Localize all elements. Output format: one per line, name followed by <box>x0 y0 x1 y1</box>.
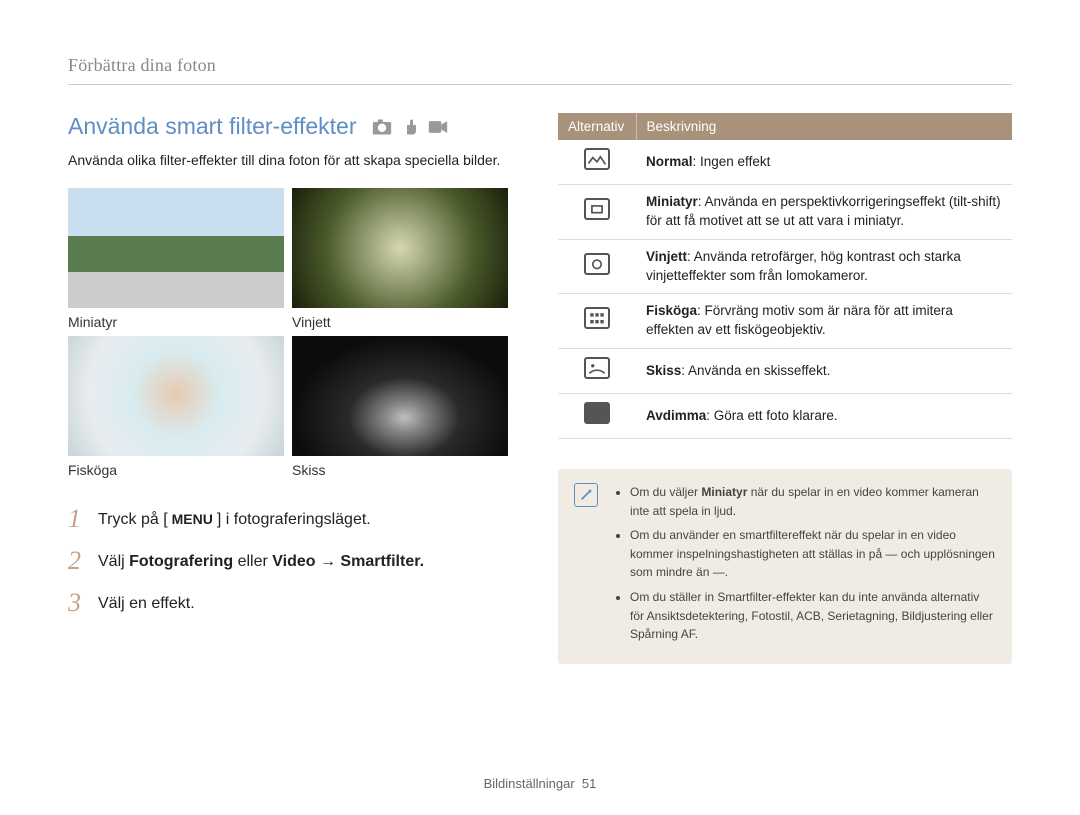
table-row: Fisköga: Förvräng motiv som är nära för … <box>558 294 1012 349</box>
option-icon-normal <box>584 148 610 170</box>
table-row: Miniatyr: Använda en perspektivkorrigeri… <box>558 184 1012 239</box>
sample-image-vinjett <box>292 188 508 308</box>
steps-list: 1 Tryck på [MENU] i fotograferingsläget.… <box>68 506 508 616</box>
step-number: 2 <box>68 548 86 574</box>
note-list: Om du väljer Miniatyr när du spelar in e… <box>614 483 996 650</box>
step-2: 2 Välj Fotografering eller Video → Smart… <box>68 548 508 574</box>
option-icon-fiskoga <box>584 307 610 329</box>
note-box: Om du väljer Miniatyr när du spelar in e… <box>558 469 1012 664</box>
list-item: Om du använder en smartfiltereffekt när … <box>630 526 996 582</box>
page-title: Använda smart filter-effekter <box>68 113 508 140</box>
options-table: Alternativ Beskrivning Normal: Ingen eff… <box>558 113 1012 439</box>
sample-caption: Fisköga <box>68 462 284 478</box>
table-row: Avdimma: Göra ett foto klarare. <box>558 394 1012 439</box>
step-1: 1 Tryck på [MENU] i fotograferingsläget. <box>68 506 508 532</box>
step-text: Välj Fotografering eller Video → Smartfi… <box>98 548 424 573</box>
note-icon <box>574 483 598 507</box>
footer-page-number: 51 <box>582 776 596 791</box>
table-row: Normal: Ingen effekt <box>558 140 1012 184</box>
step-number: 3 <box>68 590 86 616</box>
sample-grid: Miniatyr Vinjett Fisköga Skiss <box>68 188 508 478</box>
col-header-beskrivning: Beskrivning <box>636 113 1012 140</box>
footer-section: Bildinställningar <box>484 776 575 791</box>
option-icon-vinjett <box>584 253 610 275</box>
step-text: Välj en effekt. <box>98 590 195 615</box>
sample-caption: Skiss <box>292 462 508 478</box>
mode-icons <box>372 118 448 136</box>
hand-mode-icon <box>400 118 420 136</box>
sample-caption: Vinjett <box>292 314 508 330</box>
menu-button-label: MENU <box>168 510 217 530</box>
intro-paragraph: Använda olika filter-effekter till dina … <box>68 150 508 170</box>
list-item: Om du väljer Miniatyr när du spelar in e… <box>630 483 996 520</box>
page-title-text: Använda smart filter-effekter <box>68 113 356 140</box>
breadcrumb: Förbättra dina foton <box>68 55 1012 85</box>
step-number: 1 <box>68 506 86 532</box>
sample-miniatyr: Miniatyr <box>68 188 284 330</box>
sample-image-skiss <box>292 336 508 456</box>
sample-fiskoga: Fisköga <box>68 336 284 478</box>
sample-skiss: Skiss <box>292 336 508 478</box>
option-icon-skiss <box>584 357 610 379</box>
page-footer: Bildinställningar 51 <box>0 776 1080 791</box>
movie-mode-icon <box>428 118 448 136</box>
step-3: 3 Välj en effekt. <box>68 590 508 616</box>
col-header-alternativ: Alternativ <box>558 113 636 140</box>
table-row: Vinjett: Använda retrofärger, hög kontra… <box>558 239 1012 294</box>
option-icon-miniatyr <box>584 198 610 220</box>
sample-image-fiskoga <box>68 336 284 456</box>
camera-mode-icon <box>372 118 392 136</box>
sample-caption: Miniatyr <box>68 314 284 330</box>
step-text: Tryck på [MENU] i fotograferingsläget. <box>98 506 371 531</box>
table-row: Skiss: Använda en skisseffekt. <box>558 349 1012 394</box>
sample-vinjett: Vinjett <box>292 188 508 330</box>
list-item: Om du ställer in Smartfilter-effekter ka… <box>630 588 996 644</box>
sample-image-miniatyr <box>68 188 284 308</box>
option-icon-avdimma <box>584 402 610 424</box>
